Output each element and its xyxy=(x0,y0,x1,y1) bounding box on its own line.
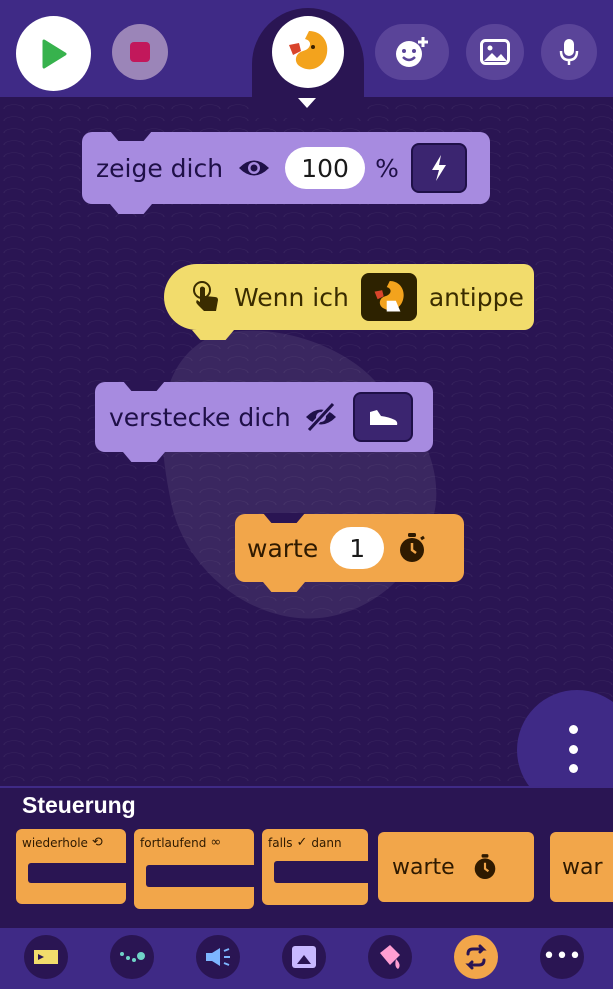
palette-forever-label: fortlaufend xyxy=(140,835,207,850)
category-motion-button[interactable] xyxy=(110,935,154,979)
palette-repeat-label-wrap: wiederhole ⟲ xyxy=(22,835,103,850)
hide-block-label: verstecke dich xyxy=(109,402,291,432)
palette-wait-label: warte xyxy=(392,854,455,880)
wait-block-label: warte xyxy=(247,533,319,563)
repeat-icon xyxy=(465,944,487,970)
palette-if-slot xyxy=(274,861,368,883)
palette-forever-slot xyxy=(146,865,254,887)
wait-block[interactable]: warte 1 xyxy=(235,514,464,582)
sprite-thumbnail-small xyxy=(374,281,404,312)
play-icon xyxy=(42,39,66,68)
megaphone-icon xyxy=(206,948,230,966)
wait-seconds-input[interactable]: 1 xyxy=(330,527,385,569)
show-size-input[interactable]: 100 xyxy=(285,147,366,189)
flash-icon xyxy=(431,155,446,181)
stopwatch-icon xyxy=(400,533,426,562)
more-icon-dot xyxy=(568,744,578,754)
stop-icon xyxy=(130,42,150,62)
palette-if-label: falls xyxy=(268,835,293,850)
palette-wait-block[interactable]: warte xyxy=(378,832,534,902)
sprite-thumbnail xyxy=(289,31,328,70)
wait-seconds-value: 1 xyxy=(349,533,366,563)
show-size-value: 100 xyxy=(301,153,349,183)
add-sprite-button[interactable] xyxy=(375,24,449,80)
more-icon: ••• xyxy=(542,944,582,969)
palette-partial-label: war xyxy=(562,854,603,880)
category-scene-button[interactable] xyxy=(282,935,326,979)
show-mode-button[interactable] xyxy=(410,143,467,193)
hide-block[interactable]: verstecke dich xyxy=(95,382,433,452)
stopwatch-icon xyxy=(474,854,495,879)
stage-icon xyxy=(292,946,316,968)
microphone-icon xyxy=(559,39,579,65)
category-paint-button[interactable] xyxy=(368,935,412,979)
check-icon: ✓ xyxy=(296,835,308,850)
tap-sprite-select[interactable] xyxy=(360,273,417,321)
add-character-icon xyxy=(396,37,428,67)
path-icon xyxy=(120,952,145,962)
sprite-selected-caret xyxy=(298,98,316,108)
show-block-label: zeige dich xyxy=(96,153,224,183)
stop-button[interactable] xyxy=(112,24,168,80)
microphone-button[interactable] xyxy=(541,24,597,80)
infinity-icon: ∞ xyxy=(210,835,222,850)
palette-forever-block[interactable]: fortlaufend ∞ xyxy=(134,829,254,909)
when-tapped-block[interactable]: Wenn ich antippe xyxy=(164,264,534,330)
palette-if-label2: dann xyxy=(311,835,342,850)
repeat-icon: ⟲ xyxy=(91,835,103,850)
more-options-button[interactable] xyxy=(558,725,588,773)
ticket-icon xyxy=(34,950,58,964)
show-unit: % xyxy=(375,153,399,183)
more-icon-dot xyxy=(568,764,578,773)
palette-wait-partial-block[interactable]: war xyxy=(550,832,613,902)
background-button[interactable] xyxy=(466,24,524,80)
more-icon-dot xyxy=(568,725,578,734)
sprite-button[interactable] xyxy=(272,16,344,88)
sprite-ghost-shape xyxy=(162,330,437,619)
category-sound-button[interactable] xyxy=(196,935,240,979)
palette-repeat-block[interactable]: wiederhole ⟲ xyxy=(16,829,126,904)
eye-slash-icon xyxy=(305,402,336,432)
show-block[interactable]: zeige dich 100 % xyxy=(82,132,490,204)
category-more-button[interactable]: ••• xyxy=(540,935,584,979)
play-button[interactable] xyxy=(16,16,91,91)
palette-if-label-wrap: falls ✓ dann xyxy=(268,835,342,850)
palette-forever-label-wrap: fortlaufend ∞ xyxy=(140,835,221,850)
palette-title: Steuerung xyxy=(22,792,136,818)
category-control-button[interactable] xyxy=(454,935,498,979)
when-tapped-label-pre: Wenn ich xyxy=(234,282,349,312)
hide-mode-button[interactable] xyxy=(352,392,413,442)
shoe-icon xyxy=(369,410,397,425)
eye-icon xyxy=(239,160,270,176)
palette-if-block[interactable]: falls ✓ dann xyxy=(262,829,368,905)
image-icon xyxy=(480,39,510,65)
when-tapped-label-post: antippe xyxy=(428,282,524,312)
category-events-button[interactable] xyxy=(24,935,68,979)
app-root: zeige dich 100 % Wenn ich antippe verste… xyxy=(0,0,613,989)
palette-repeat-slot xyxy=(28,863,126,883)
tap-hand-icon xyxy=(193,281,218,311)
palette-repeat-label: wiederhole xyxy=(22,835,88,850)
paint-icon xyxy=(380,945,400,969)
